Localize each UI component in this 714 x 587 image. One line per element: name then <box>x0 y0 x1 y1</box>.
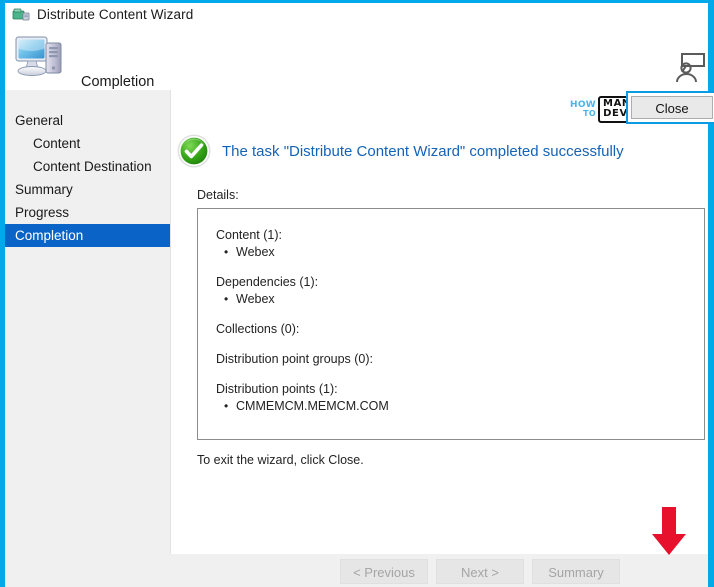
completion-status-text: The task "Distribute Content Wizard" com… <box>222 142 624 160</box>
detail-heading: Distribution point groups (0): <box>216 352 374 366</box>
summary-button[interactable]: Summary <box>532 559 620 584</box>
sidebar-item-content-destination[interactable]: Content Destination <box>5 155 170 178</box>
sidebar-item-general[interactable]: General <box>5 109 170 132</box>
wizard-steps-sidebar: General Content Content Destination Summ… <box>5 90 171 554</box>
completion-status: The task "Distribute Content Wizard" com… <box>176 133 624 169</box>
details-panel[interactable]: Content (1): Webex Dependencies (1): Web… <box>197 208 705 440</box>
sidebar-item-progress[interactable]: Progress <box>5 201 170 224</box>
detail-group-dependencies: Dependencies (1): Webex <box>216 274 704 307</box>
list-item: Webex <box>216 291 704 307</box>
logo-to-text: TO <box>583 108 597 118</box>
detail-group-distribution-point-groups: Distribution point groups (0): <box>216 351 704 367</box>
page-title: Completion <box>81 74 155 90</box>
list-item: Webex <box>216 244 704 260</box>
previous-button[interactable]: < Previous <box>340 559 428 584</box>
green-check-circle-icon <box>176 133 212 169</box>
wizard-footer: < Previous Next > Summary <box>5 554 708 587</box>
detail-item-list: Webex <box>216 244 704 260</box>
next-button[interactable]: Next > <box>436 559 524 584</box>
details-label: Details: <box>197 188 239 202</box>
detail-item-list: CMMEMCM.MEMCM.COM <box>216 398 704 414</box>
distribute-content-icon <box>12 6 30 24</box>
computer-icon <box>13 30 69 84</box>
detail-heading: Dependencies (1): <box>216 275 319 289</box>
window-title: Distribute Content Wizard <box>37 7 194 22</box>
detail-item-list: Webex <box>216 291 704 307</box>
close-button-focus-ring: Close <box>626 91 714 124</box>
logo-howto-text: HOW TO <box>570 100 597 118</box>
list-item: CMMEMCM.MEMCM.COM <box>216 398 704 414</box>
sidebar-item-content[interactable]: Content <box>5 132 170 155</box>
sidebar-item-summary[interactable]: Summary <box>5 178 170 201</box>
detail-heading: Distribution points (1): <box>216 382 338 396</box>
exit-instruction: To exit the wizard, click Close. <box>197 453 364 467</box>
detail-group-collections: Collections (0): <box>216 321 704 337</box>
detail-group-content: Content (1): Webex <box>216 227 704 260</box>
wizard-window: Distribute Content Wizard Completion Gen… <box>0 0 714 587</box>
detail-group-distribution-points: Distribution points (1): CMMEMCM.MEMCM.C… <box>216 381 704 414</box>
user-presenter-icon <box>672 48 706 82</box>
wizard-content: HOW TO MANAGE DEVICES <box>172 90 708 580</box>
wizard-body: General Content Content Destination Summ… <box>5 90 714 587</box>
detail-heading: Collections (0): <box>216 322 300 336</box>
detail-heading: Content (1): <box>216 228 283 242</box>
title-bar: Distribute Content Wizard <box>5 0 708 26</box>
sidebar-item-completion[interactable]: Completion <box>5 224 170 247</box>
close-button[interactable]: Close <box>631 96 713 119</box>
wizard-header: Completion <box>5 26 708 90</box>
